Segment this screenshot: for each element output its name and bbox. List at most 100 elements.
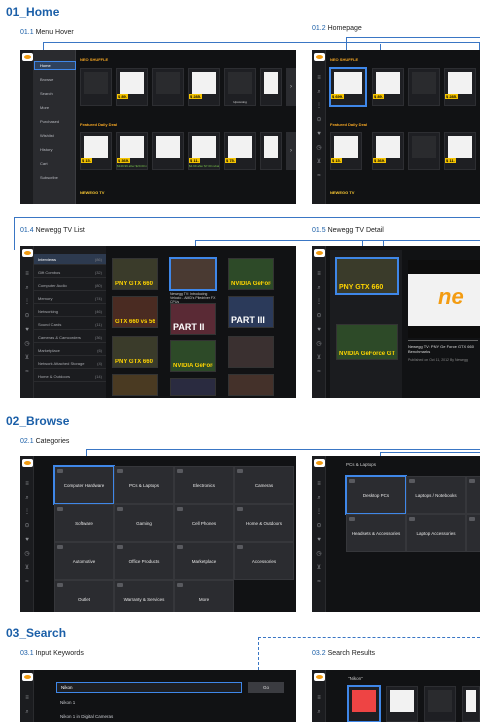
product-card[interactable]: $ 11. $4.99 after $7.00 rebate — [188, 132, 220, 170]
history-icon[interactable]: ◷ — [23, 551, 31, 557]
video-thumbnail[interactable] — [170, 258, 216, 290]
cart-icon[interactable]: ⊻ — [315, 159, 323, 165]
product-card[interactable]: $ 89. — [372, 68, 404, 106]
search-input[interactable]: Nikon — [56, 682, 242, 693]
search-icon[interactable]: ⌕ — [23, 285, 31, 291]
menu-item-more[interactable]: More — [40, 105, 49, 110]
tv-category-item[interactable]: Home & Outdoors (14) — [34, 371, 106, 382]
menu-item-history[interactable]: History — [40, 147, 52, 152]
search-icon[interactable]: ⌕ — [315, 89, 323, 95]
category-tile[interactable]: Marketplace — [174, 542, 234, 580]
browse-icon[interactable]: ≡ — [315, 75, 323, 81]
subcategory-tile[interactable]: Laptops / Notebooks — [406, 476, 466, 514]
menu-item-browse[interactable]: Browse — [40, 77, 53, 82]
browse-icon[interactable]: ≡ — [23, 271, 31, 277]
purchased-icon[interactable]: ⊙ — [23, 523, 31, 529]
subscribe-icon[interactable]: ≈ — [23, 579, 31, 585]
subcategory-tile[interactable]: Headsets & Accessories — [346, 514, 406, 552]
product-card[interactable] — [260, 132, 282, 170]
video-thumbnail[interactable]: NVIDIA GeForce GTX 660 — [228, 258, 274, 290]
history-icon[interactable]: ◷ — [315, 341, 323, 347]
video-thumbnail[interactable]: NVIDIA GeForce GTX 660 — [336, 324, 398, 360]
cart-icon[interactable]: ⊻ — [315, 565, 323, 571]
menu-item-cart[interactable]: Cart — [40, 161, 48, 166]
category-tile[interactable]: Software — [54, 504, 114, 542]
product-card[interactable]: $ 89. — [116, 68, 148, 106]
product-card[interactable]: $ 369. — [372, 132, 404, 170]
more-icon[interactable]: ⋮ — [23, 299, 31, 305]
product-card[interactable]: $ 699. — [330, 68, 366, 106]
product-card[interactable]: $ 285. — [444, 68, 476, 106]
category-tile[interactable]: Outlet — [54, 580, 114, 612]
browse-icon[interactable]: ≡ — [315, 271, 323, 277]
purchased-icon[interactable]: ⊙ — [315, 117, 323, 123]
cart-icon[interactable]: ⊻ — [23, 565, 31, 571]
scroll-right-icon[interactable]: › — [286, 132, 296, 170]
tv-category-item[interactable]: Interviews (86) — [34, 254, 106, 265]
search-icon[interactable]: ⌕ — [315, 285, 323, 291]
video-thumbnail[interactable] — [112, 374, 158, 396]
category-tile[interactable]: Office Products — [114, 542, 174, 580]
search-icon[interactable]: ⌕ — [315, 709, 323, 715]
subcategory-tile[interactable] — [466, 476, 480, 514]
video-thumbnail[interactable]: PART III — [228, 296, 274, 328]
search-suggestion[interactable]: Nikon 1 in Digital Cameras — [60, 714, 113, 719]
video-thumbnail[interactable] — [170, 378, 216, 396]
go-button[interactable]: Go — [248, 682, 284, 693]
progress-track[interactable] — [408, 340, 478, 341]
product-card[interactable]: $ 11. — [444, 132, 476, 170]
tv-category-item[interactable]: Marketplace (6) — [34, 345, 106, 356]
tv-category-item[interactable]: Computer Audio (80) — [34, 280, 106, 291]
cart-icon[interactable]: ⊻ — [315, 355, 323, 361]
cart-icon[interactable]: ⊻ — [23, 355, 31, 361]
history-icon[interactable]: ◷ — [315, 551, 323, 557]
category-tile[interactable]: Computer Hardware — [54, 466, 114, 504]
category-tile[interactable]: Gaming — [114, 504, 174, 542]
purchased-icon[interactable]: ⊙ — [315, 313, 323, 319]
category-tile[interactable]: Warranty & Services — [114, 580, 174, 612]
wishlist-icon[interactable]: ♥ — [315, 131, 323, 137]
product-card[interactable] — [424, 686, 456, 722]
more-icon[interactable]: ⋮ — [315, 299, 323, 305]
product-card[interactable]: $ 15. — [80, 132, 112, 170]
subscribe-icon[interactable]: ≈ — [315, 579, 323, 585]
tv-category-item[interactable]: Networking (46) — [34, 306, 106, 317]
category-tile[interactable]: Home & Outdoors — [234, 504, 294, 542]
browse-icon[interactable]: ≡ — [23, 695, 31, 701]
video-thumbnail[interactable]: PART II — [170, 303, 216, 335]
more-icon[interactable]: ⋮ — [315, 103, 323, 109]
tv-category-item[interactable]: Memory (74) — [34, 293, 106, 304]
search-icon[interactable]: ⌕ — [23, 495, 31, 501]
history-icon[interactable]: ◷ — [315, 145, 323, 151]
product-card[interactable]: $ 15. — [330, 132, 362, 170]
product-card[interactable]: $ 369.$349.99 after $20.00 rebate — [116, 132, 148, 170]
product-card[interactable] — [152, 132, 184, 170]
product-card[interactable] — [152, 68, 184, 106]
tv-category-item[interactable]: Network Attached Storage (4) — [34, 358, 106, 369]
category-tile[interactable]: Automotive — [54, 542, 114, 580]
purchased-icon[interactable]: ⊙ — [315, 523, 323, 529]
product-card[interactable] — [408, 68, 440, 106]
menu-item-search[interactable]: Search — [40, 91, 53, 96]
tv-category-item[interactable]: Sound Cards (11) — [34, 319, 106, 330]
wishlist-icon[interactable]: ♥ — [23, 327, 31, 333]
product-card[interactable] — [348, 686, 380, 722]
browse-icon[interactable]: ≡ — [315, 695, 323, 701]
video-thumbnail[interactable]: GTX 660 vs 560 — [112, 296, 158, 328]
video-thumbnail[interactable]: PNY GTX 660 — [112, 336, 158, 368]
search-suggestion[interactable]: Nikon 1 — [60, 700, 75, 705]
product-card[interactable] — [80, 68, 112, 106]
history-icon[interactable]: ◷ — [23, 341, 31, 347]
menu-item-wishlist[interactable]: Wishlist — [40, 133, 54, 138]
category-tile[interactable]: Cell Phones — [174, 504, 234, 542]
product-card[interactable] — [408, 132, 440, 170]
subcategory-tile[interactable] — [466, 514, 480, 552]
category-tile[interactable]: More — [174, 580, 234, 612]
video-thumbnail[interactable] — [228, 336, 274, 368]
product-card[interactable]: $ 75. — [224, 132, 256, 170]
category-tile[interactable]: PCs & Laptops — [114, 466, 174, 504]
menu-item-purchased[interactable]: Purchased — [40, 119, 59, 124]
menu-item-home[interactable]: Home — [40, 63, 51, 68]
video-thumbnail[interactable]: PNY GTX 660 — [112, 258, 158, 290]
scroll-right-icon[interactable]: › — [286, 68, 296, 106]
